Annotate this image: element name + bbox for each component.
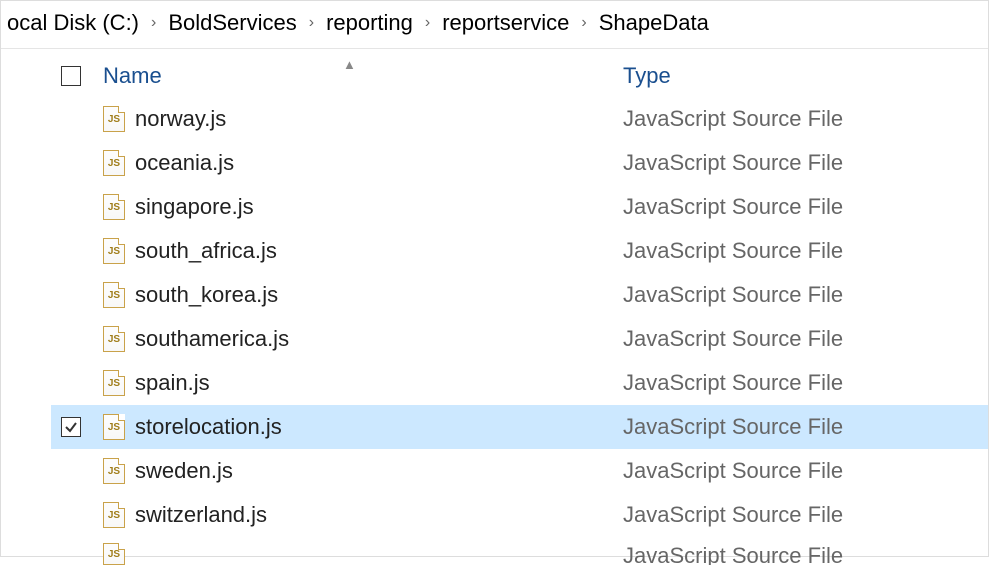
file-row[interactable]: JS sweden.js JavaScript Source File <box>51 449 988 493</box>
breadcrumb[interactable]: ocal Disk (C:) › BoldServices › reportin… <box>1 1 988 49</box>
file-name: storelocation.js <box>135 414 282 440</box>
js-file-icon: JS <box>103 238 125 264</box>
file-type: JavaScript Source File <box>623 194 843 220</box>
select-all-checkbox[interactable] <box>61 66 81 86</box>
chevron-right-icon[interactable]: › <box>575 14 592 32</box>
file-row[interactable]: JS oceania.js JavaScript Source File <box>51 141 988 185</box>
js-file-icon: JS <box>103 282 125 308</box>
file-name: south_africa.js <box>135 238 277 264</box>
breadcrumb-item[interactable]: reporting <box>320 10 419 36</box>
file-type: JavaScript Source File <box>623 502 843 528</box>
js-file-icon: JS <box>103 414 125 440</box>
file-row[interactable]: JS JavaScript Source File <box>51 537 988 565</box>
breadcrumb-item[interactable]: reportservice <box>436 10 575 36</box>
file-type: JavaScript Source File <box>623 370 843 396</box>
file-row[interactable]: JS south_korea.js JavaScript Source File <box>51 273 988 317</box>
file-row[interactable]: JS norway.js JavaScript Source File <box>51 97 988 141</box>
file-type: JavaScript Source File <box>623 543 843 565</box>
file-type: JavaScript Source File <box>623 150 843 176</box>
file-name: sweden.js <box>135 458 233 484</box>
breadcrumb-item[interactable]: ocal Disk (C:) <box>1 10 145 36</box>
file-type: JavaScript Source File <box>623 458 843 484</box>
file-name: norway.js <box>135 106 226 132</box>
breadcrumb-item[interactable]: ShapeData <box>593 10 715 36</box>
column-header-row: Name ▲ Type <box>51 55 988 97</box>
js-file-icon: JS <box>103 326 125 352</box>
file-row[interactable]: JS southamerica.js JavaScript Source File <box>51 317 988 361</box>
chevron-right-icon[interactable]: › <box>303 14 320 32</box>
file-row[interactable]: JS singapore.js JavaScript Source File <box>51 185 988 229</box>
chevron-right-icon[interactable]: › <box>145 14 162 32</box>
column-header-type-label: Type <box>623 63 671 88</box>
file-name: oceania.js <box>135 150 234 176</box>
file-type: JavaScript Source File <box>623 414 843 440</box>
file-row[interactable]: JS south_africa.js JavaScript Source File <box>51 229 988 273</box>
js-file-icon: JS <box>103 194 125 220</box>
file-checkbox[interactable] <box>61 417 81 437</box>
column-header-name-label: Name <box>103 63 162 88</box>
js-file-icon: JS <box>103 106 125 132</box>
file-name: singapore.js <box>135 194 254 220</box>
file-type: JavaScript Source File <box>623 238 843 264</box>
js-file-icon: JS <box>103 150 125 176</box>
js-file-icon: JS <box>103 543 125 565</box>
file-name: spain.js <box>135 370 210 396</box>
file-type: JavaScript Source File <box>623 106 843 132</box>
file-name: south_korea.js <box>135 282 278 308</box>
column-header-type[interactable]: Type <box>623 63 671 89</box>
js-file-icon: JS <box>103 370 125 396</box>
file-row[interactable]: JS spain.js JavaScript Source File <box>51 361 988 405</box>
js-file-icon: JS <box>103 502 125 528</box>
file-list-panel: Name ▲ Type JS norway.js JavaScript Source… <box>1 49 988 565</box>
file-name: switzerland.js <box>135 502 267 528</box>
file-type: JavaScript Source File <box>623 282 843 308</box>
file-row[interactable]: JS storelocation.js JavaScript Source File <box>51 405 988 449</box>
file-name: southamerica.js <box>135 326 289 352</box>
js-file-icon: JS <box>103 458 125 484</box>
file-type: JavaScript Source File <box>623 326 843 352</box>
column-header-name[interactable]: Name ▲ <box>103 63 623 89</box>
breadcrumb-item[interactable]: BoldServices <box>162 10 302 36</box>
sort-ascending-icon: ▲ <box>343 57 356 72</box>
chevron-right-icon[interactable]: › <box>419 14 436 32</box>
file-row[interactable]: JS switzerland.js JavaScript Source File <box>51 493 988 537</box>
